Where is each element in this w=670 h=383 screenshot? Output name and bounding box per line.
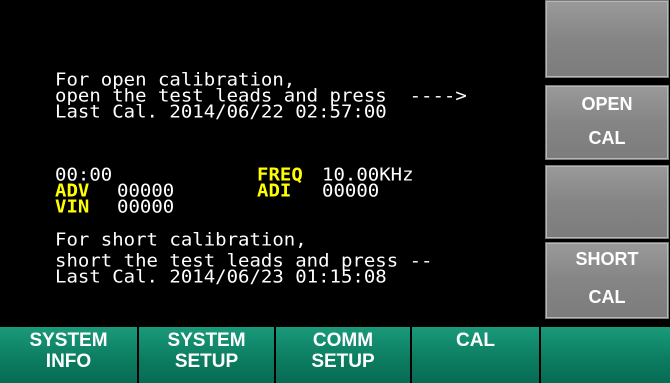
cal-tab-label: CAL <box>455 330 496 351</box>
softkey-blank[interactable] <box>541 327 670 383</box>
open-cal-last-date: Last Cal. 2014/06/22 02:57:00 <box>55 101 387 123</box>
side-button-blank-2[interactable] <box>545 165 669 239</box>
vin-value: 00000 <box>117 196 175 218</box>
system-setup-label-1: SYSTEM <box>167 330 246 351</box>
cal-tab[interactable]: CAL <box>412 327 541 383</box>
system-setup-label-2: SETUP <box>174 351 239 372</box>
open-cal-button[interactable]: OPEN CAL <box>545 85 669 160</box>
short-cal-last-date: Last Cal. 2014/06/23 01:15:08 <box>55 266 387 288</box>
open-cal-label-1: OPEN <box>581 94 633 114</box>
comm-setup-label-1: COMM <box>312 330 374 351</box>
adi-value: 00000 <box>322 180 380 202</box>
system-setup-tab[interactable]: SYSTEM SETUP <box>139 327 276 383</box>
short-cal-label-1: SHORT <box>575 249 639 269</box>
side-button-blank-1[interactable] <box>545 0 669 78</box>
system-info-tab[interactable]: SYSTEM INFO <box>0 327 139 383</box>
comm-setup-label-2: SETUP <box>311 351 375 372</box>
open-cal-label-2: CAL <box>588 128 626 148</box>
system-info-label-2: INFO <box>45 351 92 372</box>
comm-setup-tab[interactable]: COMM SETUP <box>276 327 412 383</box>
system-info-label-1: SYSTEM <box>29 330 108 351</box>
short-cal-label-2: CAL <box>588 287 626 307</box>
short-cal-instruction-1: For short calibration, <box>55 229 307 251</box>
short-cal-button[interactable]: SHORT CAL <box>545 242 669 319</box>
adi-label: ADI <box>257 180 292 202</box>
calibration-screen: For open calibration, open the test lead… <box>0 0 670 383</box>
vin-label: VIN <box>55 196 90 218</box>
